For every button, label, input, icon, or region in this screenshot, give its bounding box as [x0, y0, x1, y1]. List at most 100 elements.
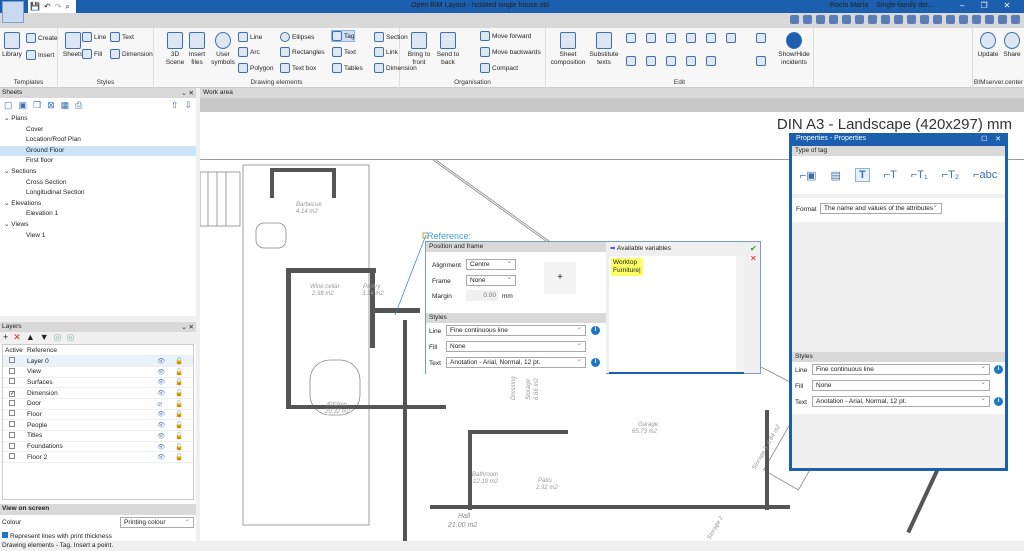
available-variables-button[interactable]: ➡ Available variables — [610, 244, 671, 252]
move-forward-button[interactable]: Move forward — [480, 31, 531, 41]
maximize-button[interactable]: ❐ — [980, 1, 987, 10]
move-up-icon[interactable]: ▲ — [26, 332, 35, 344]
angle-icon[interactable] — [920, 15, 929, 24]
layer-active-checkbox[interactable]: ✓ — [9, 390, 15, 397]
snap-icon[interactable] — [868, 15, 877, 24]
bring-to-front-button[interactable]: Bring to front — [404, 32, 434, 67]
cube-icon[interactable] — [756, 33, 766, 43]
copy-icon[interactable] — [646, 33, 656, 43]
tag-type-multi-icon[interactable]: ⌐T₁ — [911, 169, 928, 181]
minimize-button[interactable]: – — [960, 1, 964, 10]
line-style-button[interactable]: Line — [82, 32, 106, 42]
create-button[interactable]: Create — [26, 33, 58, 43]
redo-icon[interactable]: ↷ — [55, 2, 62, 11]
frame-icon[interactable] — [894, 15, 903, 24]
layer-active-checkbox[interactable] — [9, 453, 15, 460]
dimension-style-button[interactable]: Dimension — [110, 49, 153, 59]
move-up-icon[interactable]: ⇧ — [171, 100, 179, 112]
eye-icon[interactable]: 👁 — [157, 409, 175, 421]
fill-style-select[interactable]: None — [446, 340, 586, 352]
move-backwards-button[interactable]: Move backwards — [480, 47, 541, 57]
search-icon[interactable]: ⌕ — [65, 2, 69, 12]
arc-button[interactable]: Arc — [238, 47, 260, 57]
tag-content-textarea[interactable]: Worktop Furniture| — [609, 256, 744, 374]
zoom-icon[interactable] — [790, 15, 799, 24]
zoom-previous-icon[interactable] — [842, 15, 851, 24]
layer-active-checkbox[interactable] — [9, 399, 15, 406]
layer-row[interactable]: View 👁 🔓 — [3, 366, 193, 378]
margin-input[interactable]: 0.00 — [466, 290, 498, 301]
layer-row[interactable]: People 👁 🔓 — [3, 419, 193, 431]
layer-row[interactable]: Titles 👁 🔓 — [3, 430, 193, 442]
layer-row[interactable]: Floor 2 👁 🔓 — [3, 451, 193, 464]
format-select[interactable]: The name and values of the attributes — [820, 202, 942, 214]
pan-icon[interactable] — [855, 15, 864, 24]
fill-style-select[interactable]: None — [812, 379, 990, 391]
layer-row[interactable]: Door ⊘ 🔓 — [3, 398, 193, 410]
undo-icon[interactable]: ↶ — [44, 2, 51, 11]
cancel-icon[interactable]: ✕ — [750, 254, 757, 263]
tree-group-views[interactable]: ⌄ Views — [0, 220, 196, 231]
user-name[interactable]: Rocío María — [830, 2, 868, 9]
eye-off-icon[interactable]: ⊘ — [157, 398, 175, 410]
represent-lines-checkbox[interactable]: Represent lines with print thickness — [0, 531, 196, 541]
line-style-select[interactable]: Fine continuous line — [812, 363, 990, 375]
lock-icon[interactable]: 🔓 — [175, 355, 193, 367]
tree-item[interactable]: Cover — [0, 125, 196, 136]
tree-item[interactable]: Cross Section — [0, 178, 196, 189]
save-icon[interactable]: 💾 — [30, 2, 40, 11]
layer-active-checkbox[interactable] — [9, 442, 15, 449]
insert-files-button[interactable]: Insert files — [186, 32, 208, 67]
sheets-style-button[interactable]: Sheets — [62, 32, 84, 59]
library-button[interactable]: Library — [2, 32, 22, 59]
tag-type-leader-text-icon[interactable]: ⌐T — [884, 169, 897, 181]
text-style-button[interactable]: Text — [110, 32, 134, 42]
frame-select[interactable]: None — [466, 274, 516, 286]
tree-group-sections[interactable]: ⌄ Sections — [0, 167, 196, 178]
layer-icon[interactable] — [946, 15, 955, 24]
tag-type-abc-icon[interactable]: ⌐abc — [973, 169, 997, 181]
stretch-icon[interactable] — [646, 56, 656, 66]
ellipses-button[interactable]: Ellipses — [280, 32, 314, 42]
mirror-copy-icon[interactable] — [686, 56, 696, 66]
layer-row[interactable]: Foundations 👁 🔓 — [3, 441, 193, 453]
lock-icon[interactable]: 🔓 — [175, 366, 193, 378]
accept-icon[interactable]: ✔ — [750, 244, 757, 253]
tables-button[interactable]: Tables — [332, 63, 363, 73]
line-style-select[interactable]: Fine continuous line — [446, 324, 586, 336]
tag-type-block-icon[interactable]: ▤ — [831, 169, 841, 182]
lock-icon[interactable]: 🔓 — [175, 387, 193, 399]
alignment-select[interactable]: Centre — [466, 258, 516, 270]
layer-tool-icon[interactable]: ◎ — [54, 332, 62, 344]
tree-group-plans[interactable]: ⌄ Plans — [0, 114, 196, 125]
eye-icon[interactable]: 👁 — [157, 441, 175, 453]
compact-button[interactable]: Compact — [480, 63, 518, 73]
tag-type-text-icon[interactable]: T — [854, 168, 870, 182]
print-preview-icon[interactable] — [881, 15, 890, 24]
globe-icon[interactable] — [998, 15, 1007, 24]
eye-icon[interactable]: 👁 — [157, 387, 175, 399]
lock-icon[interactable]: 🔓 — [175, 419, 193, 431]
text-style-select[interactable]: Anotation - Arial, Normal, 12 pt. — [446, 356, 586, 368]
scrollbar[interactable] — [736, 256, 744, 372]
add-sheet-icon[interactable]: ▣ — [19, 100, 28, 112]
info-icon[interactable]: i — [994, 365, 1003, 374]
tree-item[interactable]: Location/Roof Plan — [0, 135, 196, 146]
share-button[interactable]: Share — [1001, 32, 1023, 59]
comment-icon[interactable] — [959, 15, 968, 24]
close-button[interactable]: ✕ — [1004, 1, 1011, 10]
edit-sheet-icon[interactable]: ▦ — [61, 100, 70, 112]
tag-type-leader-box-icon[interactable]: ⌐▣ — [800, 169, 817, 182]
update-button[interactable]: Update — [977, 32, 999, 59]
snap-point-icon[interactable] — [726, 33, 736, 43]
maximize-icon[interactable]: ☐ — [981, 136, 987, 143]
panel-controls-icon[interactable]: ⌄ ✕ — [181, 323, 194, 331]
layer-tool-icon[interactable]: ◎ — [67, 332, 75, 344]
3d-scene-button[interactable]: 3D Scene — [164, 32, 186, 67]
polygon-button[interactable]: Polygon — [238, 63, 274, 73]
project-name[interactable]: Single-family det... — [876, 2, 934, 9]
text-box-button[interactable]: Text box — [280, 63, 316, 73]
eye-icon[interactable]: 👁 — [157, 430, 175, 442]
mirror-icon[interactable] — [706, 33, 716, 43]
panel-controls-icon[interactable]: ⌄ ✕ — [181, 89, 194, 97]
